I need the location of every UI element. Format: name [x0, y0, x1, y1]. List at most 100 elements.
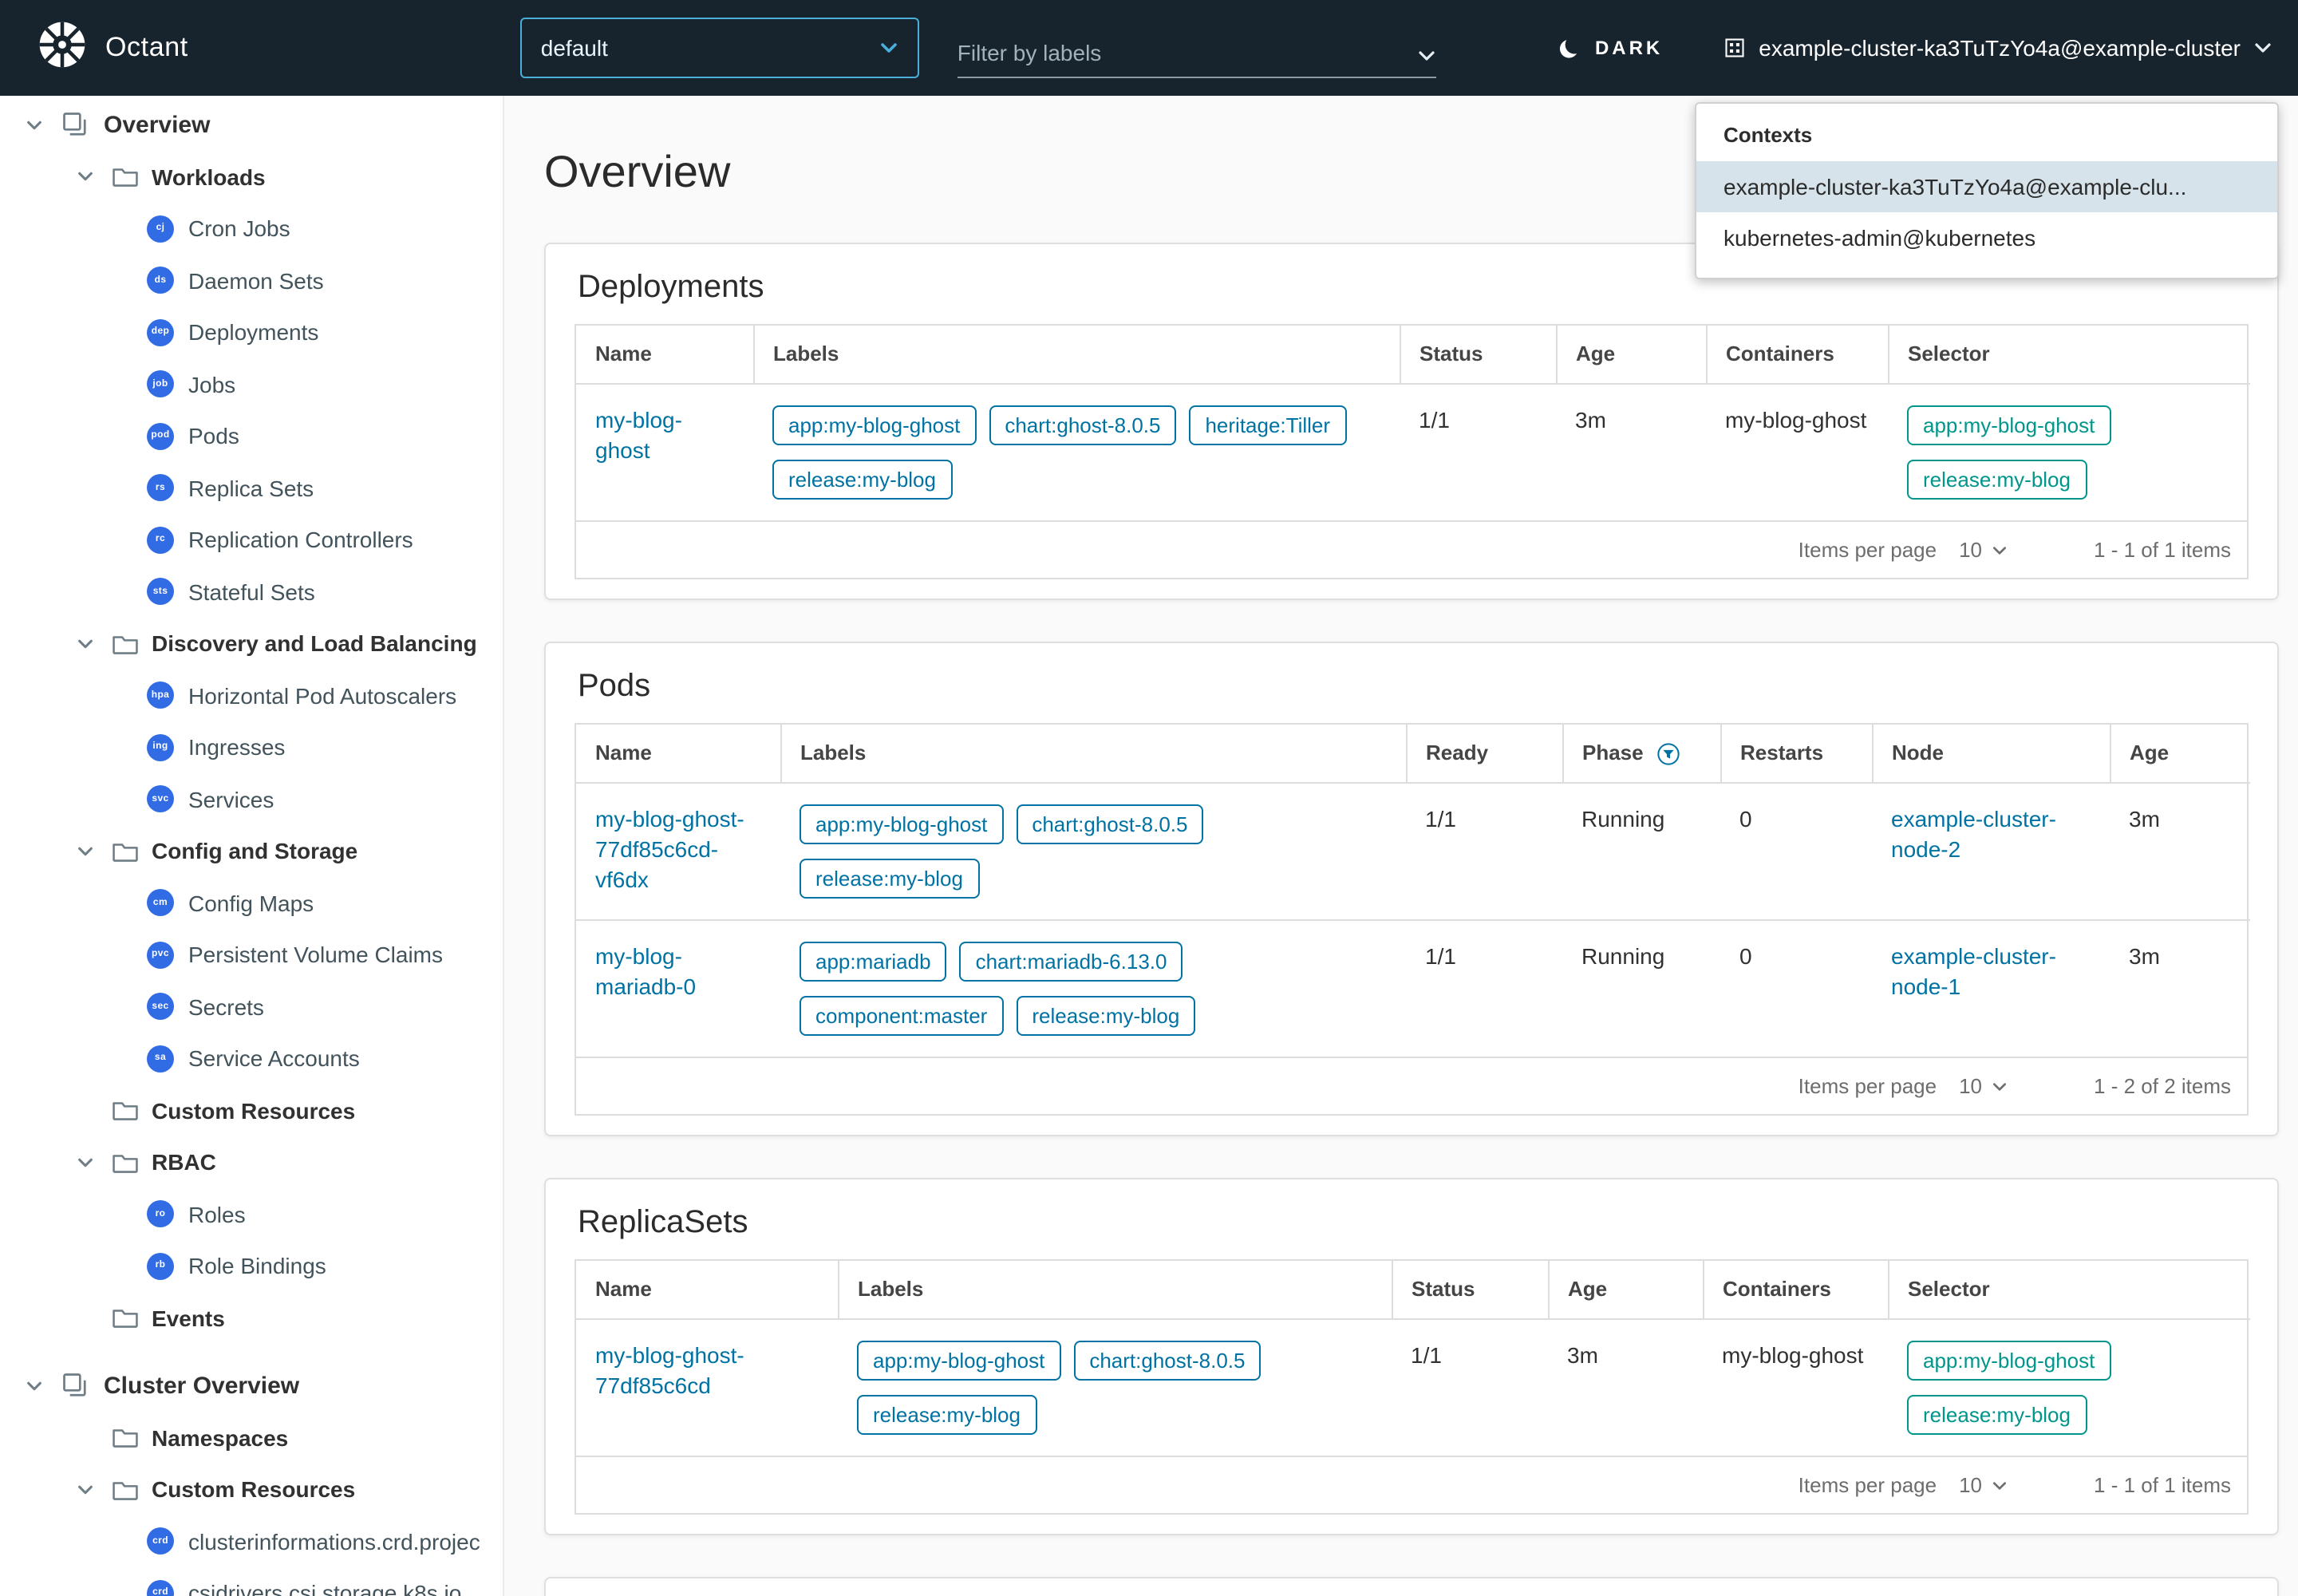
sidebar-item-custom-resources[interactable]: Custom Resources	[0, 1084, 503, 1136]
chevron-down-icon[interactable]	[22, 117, 45, 134]
pagination-range: 1 - 1 of 1 items	[2094, 538, 2231, 562]
sidebar-item-deployments[interactable]: depDeployments	[0, 306, 503, 358]
folder-icon	[110, 1306, 139, 1330]
resource-link[interactable]: my-blog-ghost-77df85c6cd-vf6dx	[595, 806, 744, 892]
sidebar-item-label: Cron Jobs	[188, 216, 290, 242]
column-header-label: Containers	[1726, 342, 1834, 367]
sidebar-item-ingresses[interactable]: ingIngresses	[0, 721, 503, 773]
sidebar-item-cron-jobs[interactable]: cj Cron Jobs	[0, 203, 503, 255]
page-size-select[interactable]: 10	[1959, 1473, 2008, 1497]
node-link[interactable]: example-cluster-node-2	[1891, 806, 2056, 862]
sidebar-item-rbac[interactable]: RBAC	[0, 1136, 503, 1188]
resource-icon: ds	[147, 267, 174, 294]
page-size-select[interactable]: 10	[1959, 1074, 2008, 1098]
label-tag: chart:ghost-8.0.5	[1073, 1341, 1261, 1381]
sidebar-item-service-accounts[interactable]: saService Accounts	[0, 1033, 503, 1084]
cell-selector: app:my-blog-ghostrelease:my-blog	[1888, 1319, 2250, 1456]
column-header-name: Name	[576, 725, 780, 783]
sidebar-item-label: Ingresses	[188, 735, 285, 760]
cell-value: 0	[1739, 943, 1752, 969]
app-title: Octant	[105, 32, 188, 64]
sidebar: Overview Workloads cj Cron Jobs dsDaemon Set…	[0, 96, 504, 1596]
sidebar-item-events[interactable]: Events	[0, 1292, 503, 1344]
chevron-down-icon[interactable]	[73, 843, 96, 860]
sidebar-item-secrets[interactable]: secSecrets	[0, 981, 503, 1033]
sidebar-item-roles[interactable]: roRoles	[0, 1188, 503, 1240]
column-header-selector: Selector	[1888, 326, 2250, 384]
sidebar-item-persistent-volume-claims[interactable]: pvcPersistent Volume Claims	[0, 929, 503, 981]
filter-icon[interactable]	[1656, 741, 1680, 765]
chevron-down-icon[interactable]	[73, 1481, 96, 1499]
sidebar-item-config-and-storage[interactable]: Config and Storage	[0, 825, 503, 877]
sidebar-item-clusterinformations-crd-projec[interactable]: crdclusterinformations.crd.projec	[0, 1515, 503, 1567]
sidebar-item-custom-resources[interactable]: Custom Resources	[0, 1464, 503, 1515]
label-filter-input[interactable]: Filter by labels	[958, 18, 1436, 78]
column-header-label: Status	[1419, 342, 1483, 367]
chevron-down-icon[interactable]	[73, 1154, 96, 1171]
items-per-page-label: Items per page	[1799, 1473, 1937, 1497]
sidebar-item-csidrivers-csi-storage-k8s-io[interactable]: crdcsidrivers.csi.storage.k8s.io	[0, 1567, 503, 1596]
label-tag: release:my-blog	[857, 1395, 1036, 1435]
resource-link[interactable]: my-blog-ghost-77df85c6cd	[595, 1342, 744, 1398]
cell-containers: my-blog-ghost	[1706, 384, 1888, 520]
page-size-select[interactable]: 10	[1959, 538, 2008, 562]
chevron-down-icon[interactable]	[73, 168, 96, 186]
label-tag: release:my-blog	[1016, 996, 1195, 1036]
sidebar-item-config-maps[interactable]: cmConfig Maps	[0, 877, 503, 929]
sidebar-item-jobs[interactable]: jobJobs	[0, 358, 503, 410]
sidebar-item-stateful-sets[interactable]: stsStateful Sets	[0, 566, 503, 618]
resource-icon: cj	[147, 215, 174, 243]
pagination-range: 1 - 1 of 1 items	[2094, 1473, 2231, 1497]
context-option[interactable]: kubernetes-admin@kubernetes	[1696, 212, 2277, 263]
card-replicasets: ReplicaSetsNameLabelsStatusAgeContainers…	[544, 1178, 2279, 1535]
resource-link[interactable]: my-blog-ghost	[595, 407, 682, 463]
resource-icon: job	[147, 371, 174, 398]
chevron-down-icon[interactable]	[73, 635, 96, 653]
sidebar-item-label: Workloads	[152, 164, 266, 190]
cell-restarts: 0	[1720, 920, 1872, 1057]
cell-value: Running	[1581, 806, 1664, 832]
sidebar-item-cluster-overview[interactable]: Cluster Overview	[0, 1360, 503, 1412]
sidebar-item-pods[interactable]: podPods	[0, 410, 503, 462]
sidebar-item-discovery-and-load-balancing[interactable]: Discovery and Load Balancing	[0, 618, 503, 670]
resource-link[interactable]: my-blog-mariadb-0	[595, 943, 696, 999]
context-option[interactable]: example-cluster-ka3TuTzYo4a@example-clu.…	[1696, 161, 2277, 212]
items-per-page-label: Items per page	[1799, 538, 1937, 562]
sidebar-item-label: Custom Resources	[152, 1477, 355, 1503]
sidebar-item-label: Overview	[104, 112, 210, 139]
sidebar-item-namespaces[interactable]: Namespaces	[0, 1412, 503, 1464]
table-row: my-blog-ghostapp:my-blog-ghostchart:ghos…	[576, 384, 2250, 520]
sidebar-item-label: Cluster Overview	[104, 1373, 299, 1400]
sidebar-item-replication-controllers[interactable]: rcReplication Controllers	[0, 514, 503, 566]
sidebar-item-label: Pods	[188, 424, 239, 449]
sidebar-item-role-bindings[interactable]: rbRole Bindings	[0, 1240, 503, 1292]
node-link[interactable]: example-cluster-node-1	[1891, 943, 2056, 999]
octant-app: Octant default Filter by labels DARK	[0, 0, 2298, 1596]
column-header-age: Age	[1556, 326, 1706, 384]
column-header-label: Name	[595, 741, 652, 766]
sidebar-item-workloads[interactable]: Workloads	[0, 151, 503, 203]
resource-icon: pvc	[147, 942, 174, 969]
cell-name: my-blog-ghost-77df85c6cd	[576, 1319, 838, 1456]
cell-name: my-blog-ghost	[576, 384, 753, 520]
cell-ready: 1/1	[1406, 920, 1562, 1057]
sidebar-item-daemon-sets[interactable]: dsDaemon Sets	[0, 255, 503, 306]
sidebar-item-replica-sets[interactable]: rsReplica Sets	[0, 462, 503, 514]
pagination-range: 1 - 2 of 2 items	[2094, 1074, 2231, 1098]
cell-value: 3m	[1567, 1342, 1598, 1368]
cell-restarts: 0	[1720, 783, 1872, 920]
column-header-label: Labels	[773, 342, 839, 367]
folder-icon	[110, 1478, 139, 1502]
context-selector[interactable]: example-cluster-ka3TuTzYo4a@example-clus…	[1724, 35, 2272, 61]
sidebar-item-overview[interactable]: Overview	[0, 99, 503, 151]
chevron-down-icon[interactable]	[22, 1377, 45, 1395]
sidebar-item-horizontal-pod-autoscalers[interactable]: hpaHorizontal Pod Autoscalers	[0, 670, 503, 721]
sidebar-item-services[interactable]: svcServices	[0, 773, 503, 825]
selector-tag: app:my-blog-ghost	[1907, 405, 2110, 445]
folder-icon	[110, 1099, 139, 1123]
moon-icon	[1558, 36, 1582, 60]
dark-mode-toggle[interactable]: DARK	[1558, 36, 1663, 60]
namespace-select[interactable]: default	[520, 18, 919, 78]
brand[interactable]: Octant	[35, 17, 188, 79]
column-header-labels: Labels	[753, 326, 1400, 384]
